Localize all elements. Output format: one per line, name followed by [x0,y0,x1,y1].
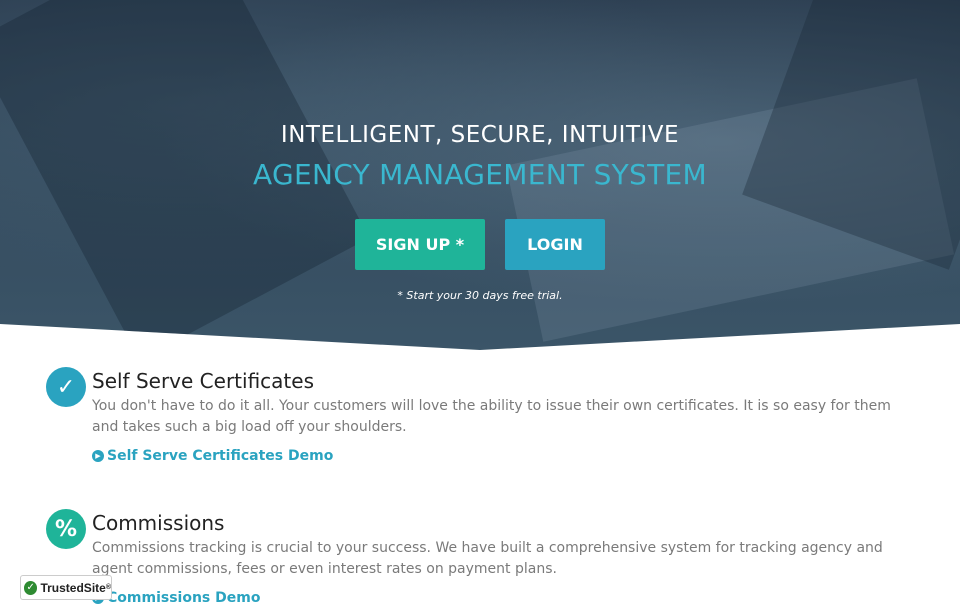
checkmark-icon: ✓ [46,367,86,407]
percent-icon: % [46,509,86,549]
sign-up-button[interactable]: SIGN UP * [355,219,485,270]
hero-subtitle: INTELLIGENT, SECURE, INTUITIVE [280,122,680,148]
trustedsite-badge[interactable]: ✓ TrustedSite ® [20,575,112,600]
feature-description: Commissions tracking is crucial to your … [92,540,883,577]
trial-note: * Start your 30 days free trial. [397,289,563,302]
feature-description: You don't have to do it all. Your custom… [92,398,891,435]
badge-label: TrustedSite [40,580,106,595]
badge-trademark: ® [105,584,111,591]
play-circle-icon: ▶ [92,450,104,462]
feature-link-label: Commissions Demo [107,590,261,606]
hero-banner: INTELLIGENT, SECURE, INTUITIVE AGENCY MA… [0,0,960,350]
hero-title: AGENCY MANAGEMENT SYSTEM [253,158,707,191]
feature-title: Self Serve Certificates [92,369,314,393]
feature-link-label: Self Serve Certificates Demo [107,448,334,464]
login-button[interactable]: LOGIN [505,219,605,270]
self-serve-certificates-demo-link[interactable]: ▶ Self Serve Certificates Demo [92,448,333,464]
feature-title: Commissions [92,511,225,535]
badge-checkmark-icon: ✓ [24,580,38,595]
commissions-demo-link[interactable]: ▶ Commissions Demo [92,590,260,606]
